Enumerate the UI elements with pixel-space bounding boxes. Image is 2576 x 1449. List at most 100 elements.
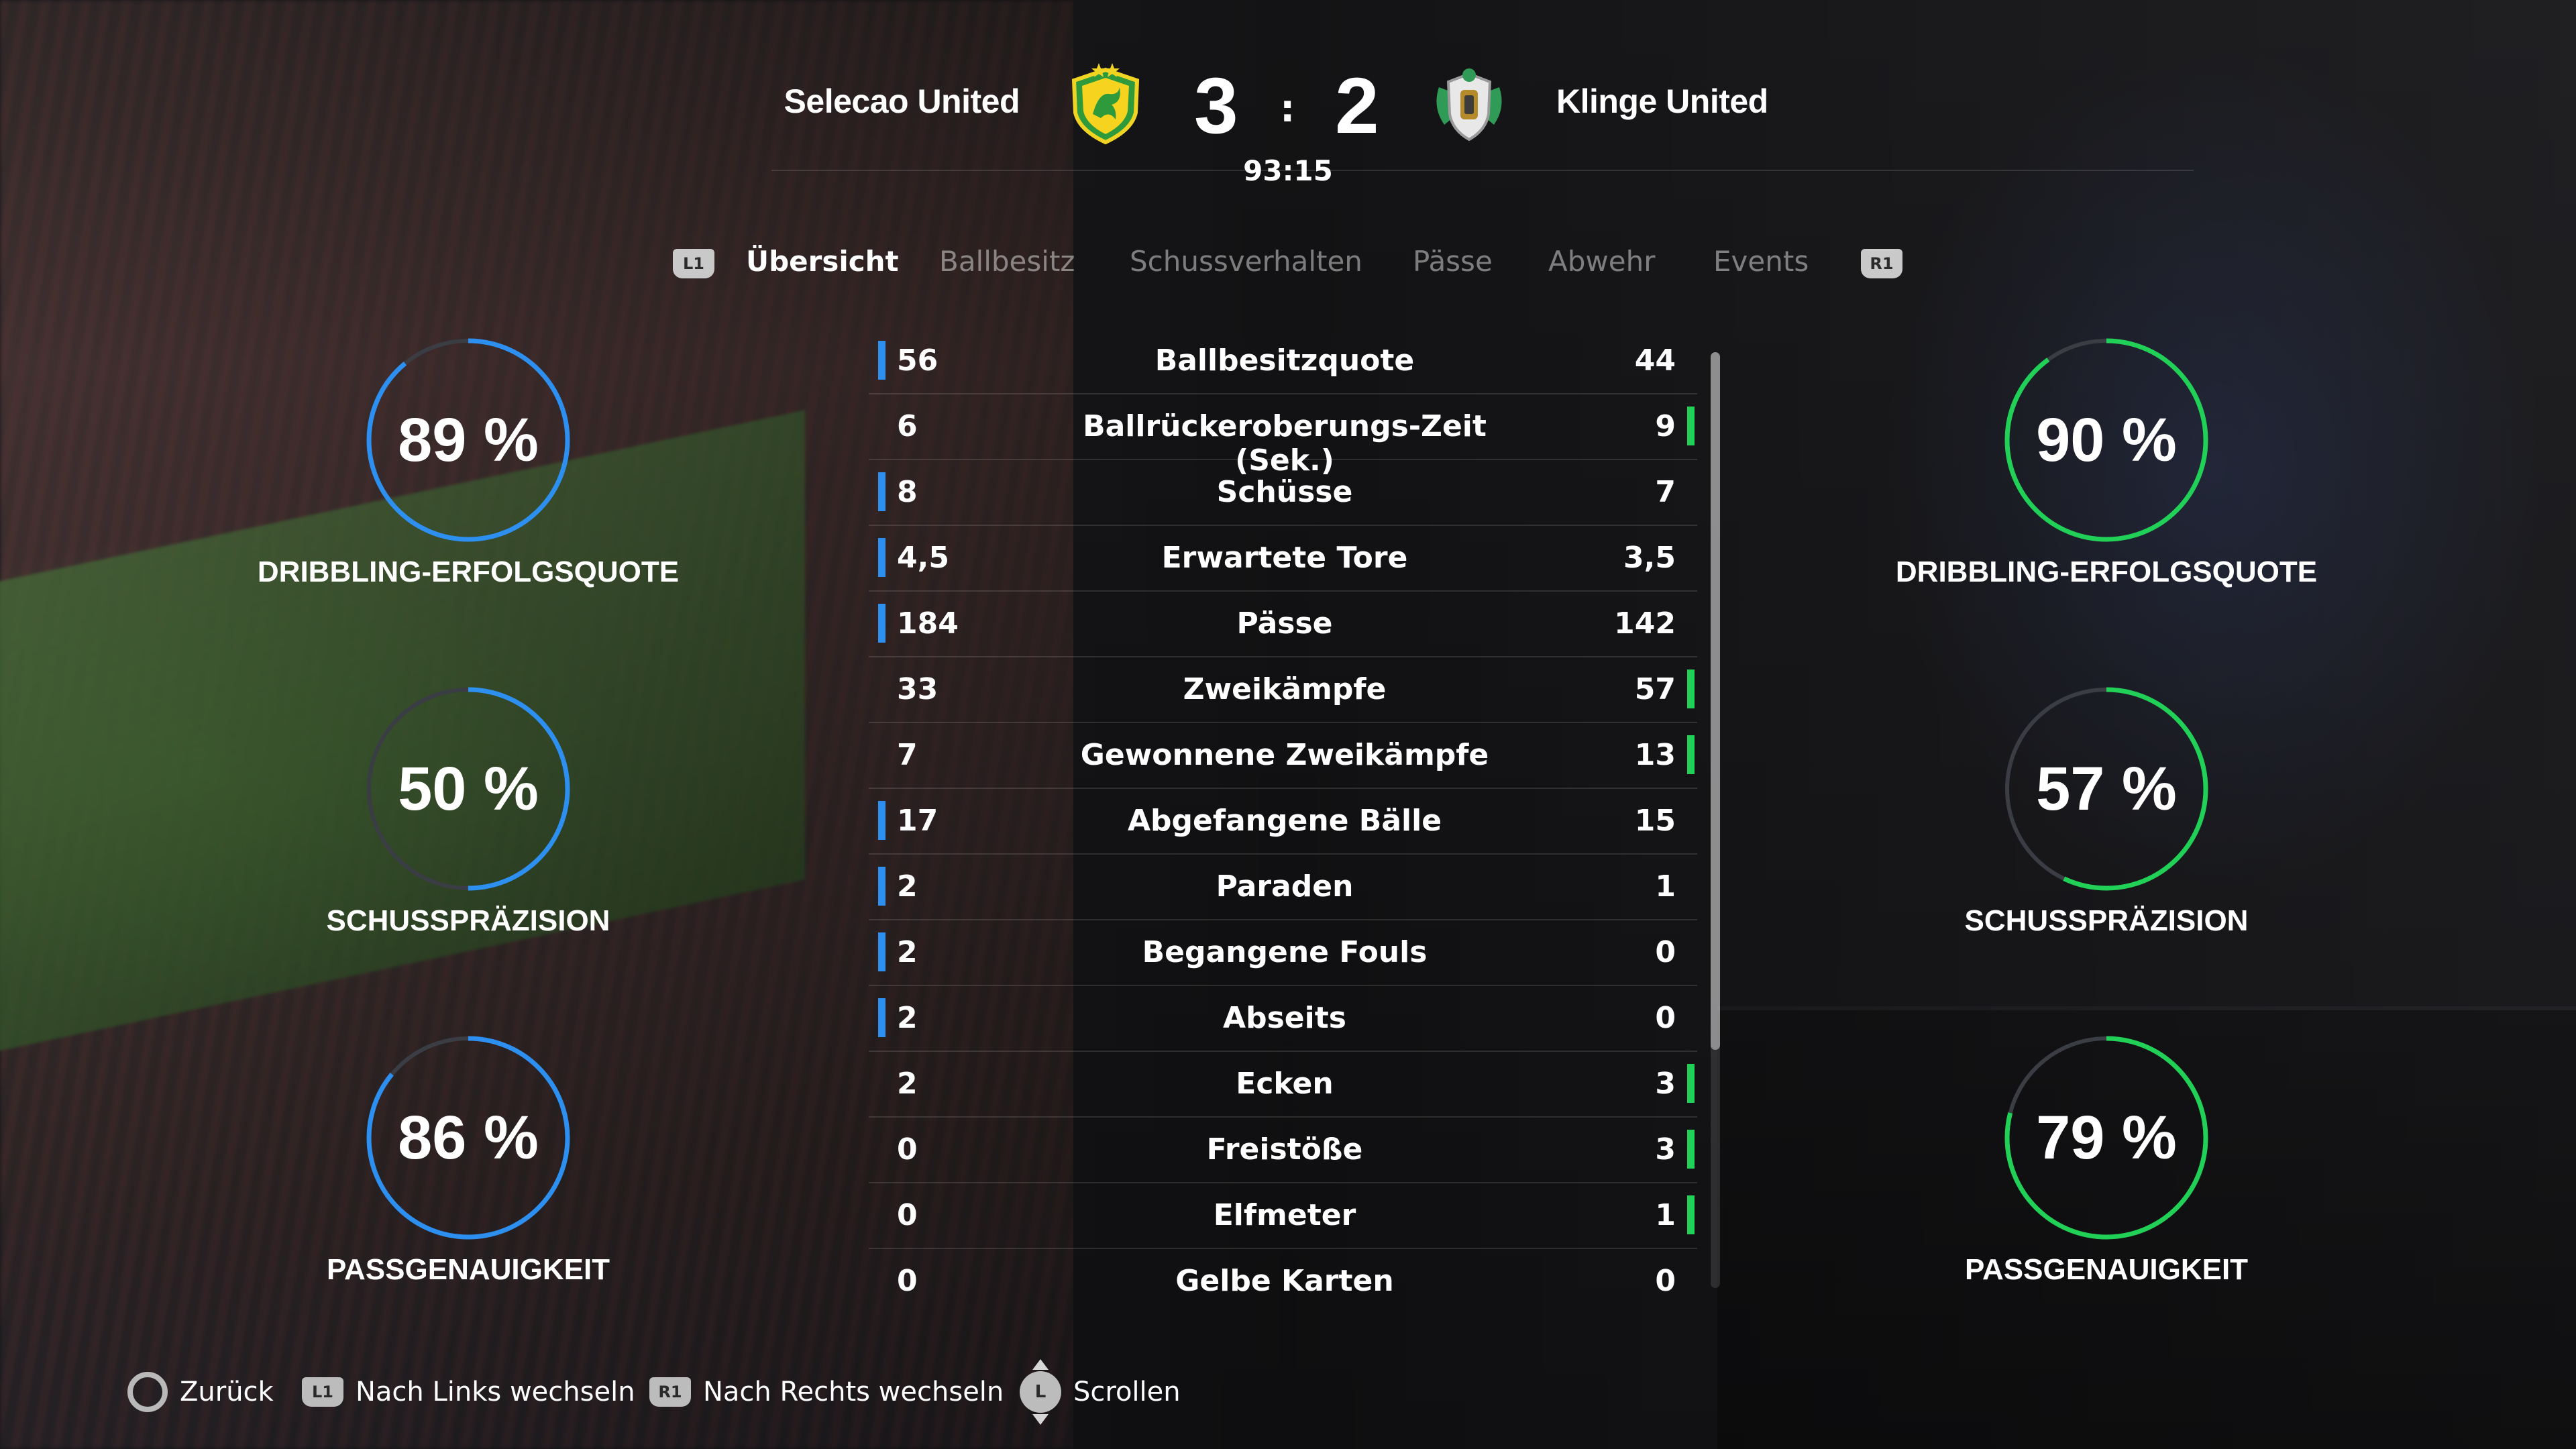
stat-row: 56 Ballbesitzquote 44 bbox=[869, 329, 1697, 394]
stat-row: 2 Begangene Fouls 0 bbox=[869, 920, 1697, 986]
header-divider bbox=[771, 170, 2194, 171]
l1-button-icon[interactable]: L1 bbox=[673, 249, 714, 278]
ring-value: 57 % bbox=[2036, 754, 2177, 823]
stat-away-value: 15 bbox=[1634, 804, 1676, 838]
stat-label: Abseits bbox=[1223, 1001, 1346, 1035]
stat-label: Zweikämpfe bbox=[1183, 672, 1387, 706]
away-dribbling-ring: 90 % DRIBBLING-ERFOLGSQUOTE bbox=[1872, 335, 2341, 644]
tab-uebersicht[interactable]: Übersicht bbox=[746, 245, 899, 278]
stat-home-value: 2 bbox=[897, 1067, 918, 1101]
stat-home-value: 17 bbox=[897, 804, 938, 838]
stat-home-value: 2 bbox=[897, 869, 918, 904]
home-lead-bar bbox=[878, 472, 885, 511]
stat-away-value: 7 bbox=[1655, 475, 1676, 509]
stat-away-value: 3 bbox=[1655, 1132, 1676, 1167]
home-pass-accuracy-ring: 86 % PASSGENAUIGKEIT bbox=[233, 1033, 703, 1342]
stat-home-value: 0 bbox=[897, 1198, 918, 1232]
stat-home-value: 2 bbox=[897, 935, 918, 969]
tab-events[interactable]: Events bbox=[1713, 245, 1809, 278]
stats-scrollbar[interactable] bbox=[1711, 352, 1720, 1288]
stat-label: Freistöße bbox=[1206, 1132, 1363, 1167]
stat-row: 6 Ballrückeroberungs-Zeit (Sek.) 9 bbox=[869, 394, 1697, 478]
r1-button-icon[interactable]: R1 bbox=[1861, 249, 1902, 278]
left-stick-icon: L bbox=[1020, 1359, 1061, 1425]
stick-knob: L bbox=[1020, 1371, 1061, 1413]
tab-abwehr[interactable]: Abwehr bbox=[1548, 245, 1655, 278]
away-pass-accuracy-ring: 79 % PASSGENAUIGKEIT bbox=[1872, 1033, 2341, 1342]
stat-home-value: 0 bbox=[897, 1264, 918, 1298]
away-lead-bar bbox=[1687, 1064, 1695, 1103]
stat-row: 2 Paraden 1 bbox=[869, 855, 1697, 920]
stat-home-value: 4,5 bbox=[897, 541, 949, 575]
home-lead-bar bbox=[878, 538, 885, 577]
stat-label: Gewonnene Zweikämpfe bbox=[1080, 738, 1489, 772]
tab-schussverhalten[interactable]: Schussverhalten bbox=[1130, 245, 1362, 278]
switch-right-hint[interactable]: R1 Nach Rechts wechseln bbox=[649, 1362, 1004, 1422]
score-separator: : bbox=[1280, 87, 1295, 131]
away-score: 2 bbox=[1335, 62, 1379, 150]
stat-away-value: 0 bbox=[1655, 1001, 1676, 1035]
ring-value: 79 % bbox=[2036, 1103, 2177, 1172]
home-lead-bar bbox=[878, 998, 885, 1037]
stats-table[interactable]: 56 Ballbesitzquote 44 6 Ballrückeroberun… bbox=[869, 329, 1697, 1315]
back-hint[interactable]: Zurück bbox=[127, 1362, 274, 1422]
switch-left-hint[interactable]: L1 Nach Links wechseln bbox=[302, 1362, 635, 1422]
stat-label: Ballbesitzquote bbox=[1155, 343, 1415, 378]
stat-away-value: 0 bbox=[1655, 1264, 1676, 1298]
stat-away-value: 142 bbox=[1614, 606, 1676, 641]
stat-away-value: 3 bbox=[1655, 1067, 1676, 1101]
tab-ballbesitz[interactable]: Ballbesitz bbox=[939, 245, 1075, 278]
stat-home-value: 56 bbox=[897, 343, 938, 378]
ring-value: 90 % bbox=[2036, 405, 2177, 474]
stat-away-value: 9 bbox=[1655, 409, 1676, 443]
ring-label: PASSGENAUIGKEIT bbox=[1964, 1253, 2249, 1286]
stat-row: 33 Zweikämpfe 57 bbox=[869, 657, 1697, 723]
home-team-name: Selecao United bbox=[784, 83, 1020, 120]
arrow-up-icon bbox=[1032, 1359, 1049, 1370]
scroll-hint[interactable]: L Scrollen bbox=[1020, 1359, 1181, 1425]
ring-label: DRIBBLING-ERFOLGSQUOTE bbox=[257, 555, 680, 588]
stat-home-value: 6 bbox=[897, 409, 918, 443]
switch-right-label: Nach Rechts wechseln bbox=[703, 1377, 1004, 1407]
away-shot-accuracy-ring: 57 % SCHUSSPRÄZISION bbox=[1872, 684, 2341, 993]
stat-row: 7 Gewonnene Zweikämpfe 13 bbox=[869, 723, 1697, 789]
stat-home-value: 2 bbox=[897, 1001, 918, 1035]
stat-label: Abgefangene Bälle bbox=[1127, 804, 1442, 838]
away-lead-bar bbox=[1687, 735, 1695, 774]
scroll-label: Scrollen bbox=[1073, 1377, 1181, 1407]
stat-away-value: 44 bbox=[1634, 343, 1676, 378]
home-score: 3 bbox=[1194, 62, 1238, 150]
stat-row: 2 Ecken 3 bbox=[869, 1052, 1697, 1118]
ring-value: 89 % bbox=[398, 405, 539, 474]
stat-row: 0 Elfmeter 1 bbox=[869, 1183, 1697, 1249]
stat-home-value: 184 bbox=[897, 606, 959, 641]
selecao-united-crest-icon bbox=[1071, 63, 1140, 145]
klinge-united-crest-icon bbox=[1436, 68, 1502, 142]
scoreboard: Selecao United 3 : 2 Klinge United 93:15 bbox=[0, 60, 2576, 195]
switch-left-label: Nach Links wechseln bbox=[356, 1377, 635, 1407]
stat-home-value: 0 bbox=[897, 1132, 918, 1167]
away-lead-bar bbox=[1687, 1130, 1695, 1169]
stat-away-value: 3,5 bbox=[1623, 541, 1676, 575]
ring-label: SCHUSSPRÄZISION bbox=[326, 904, 610, 937]
back-label: Zurück bbox=[180, 1377, 274, 1407]
ring-label: DRIBBLING-ERFOLGSQUOTE bbox=[1895, 555, 2318, 588]
stat-away-value: 1 bbox=[1655, 869, 1676, 904]
ring-label: PASSGENAUIGKEIT bbox=[326, 1253, 610, 1286]
home-lead-bar bbox=[878, 932, 885, 971]
l1-button-icon: L1 bbox=[302, 1377, 343, 1407]
stat-row: 17 Abgefangene Bälle 15 bbox=[869, 789, 1697, 855]
stat-away-value: 0 bbox=[1655, 935, 1676, 969]
scrollbar-thumb[interactable] bbox=[1711, 352, 1720, 1050]
stat-row: 0 Gelbe Karten 0 bbox=[869, 1249, 1697, 1315]
arrow-down-icon bbox=[1032, 1414, 1049, 1425]
stat-away-value: 1 bbox=[1655, 1198, 1676, 1232]
away-team-name: Klinge United bbox=[1556, 83, 1768, 120]
stat-label: Pässe bbox=[1236, 606, 1333, 641]
tab-paesse[interactable]: Pässe bbox=[1413, 245, 1493, 278]
away-lead-bar bbox=[1687, 407, 1695, 445]
stat-label: Paraden bbox=[1216, 869, 1354, 904]
home-dribbling-ring: 89 % DRIBBLING-ERFOLGSQUOTE bbox=[233, 335, 703, 644]
circle-button-icon bbox=[127, 1372, 168, 1412]
away-lead-bar bbox=[1687, 1195, 1695, 1234]
